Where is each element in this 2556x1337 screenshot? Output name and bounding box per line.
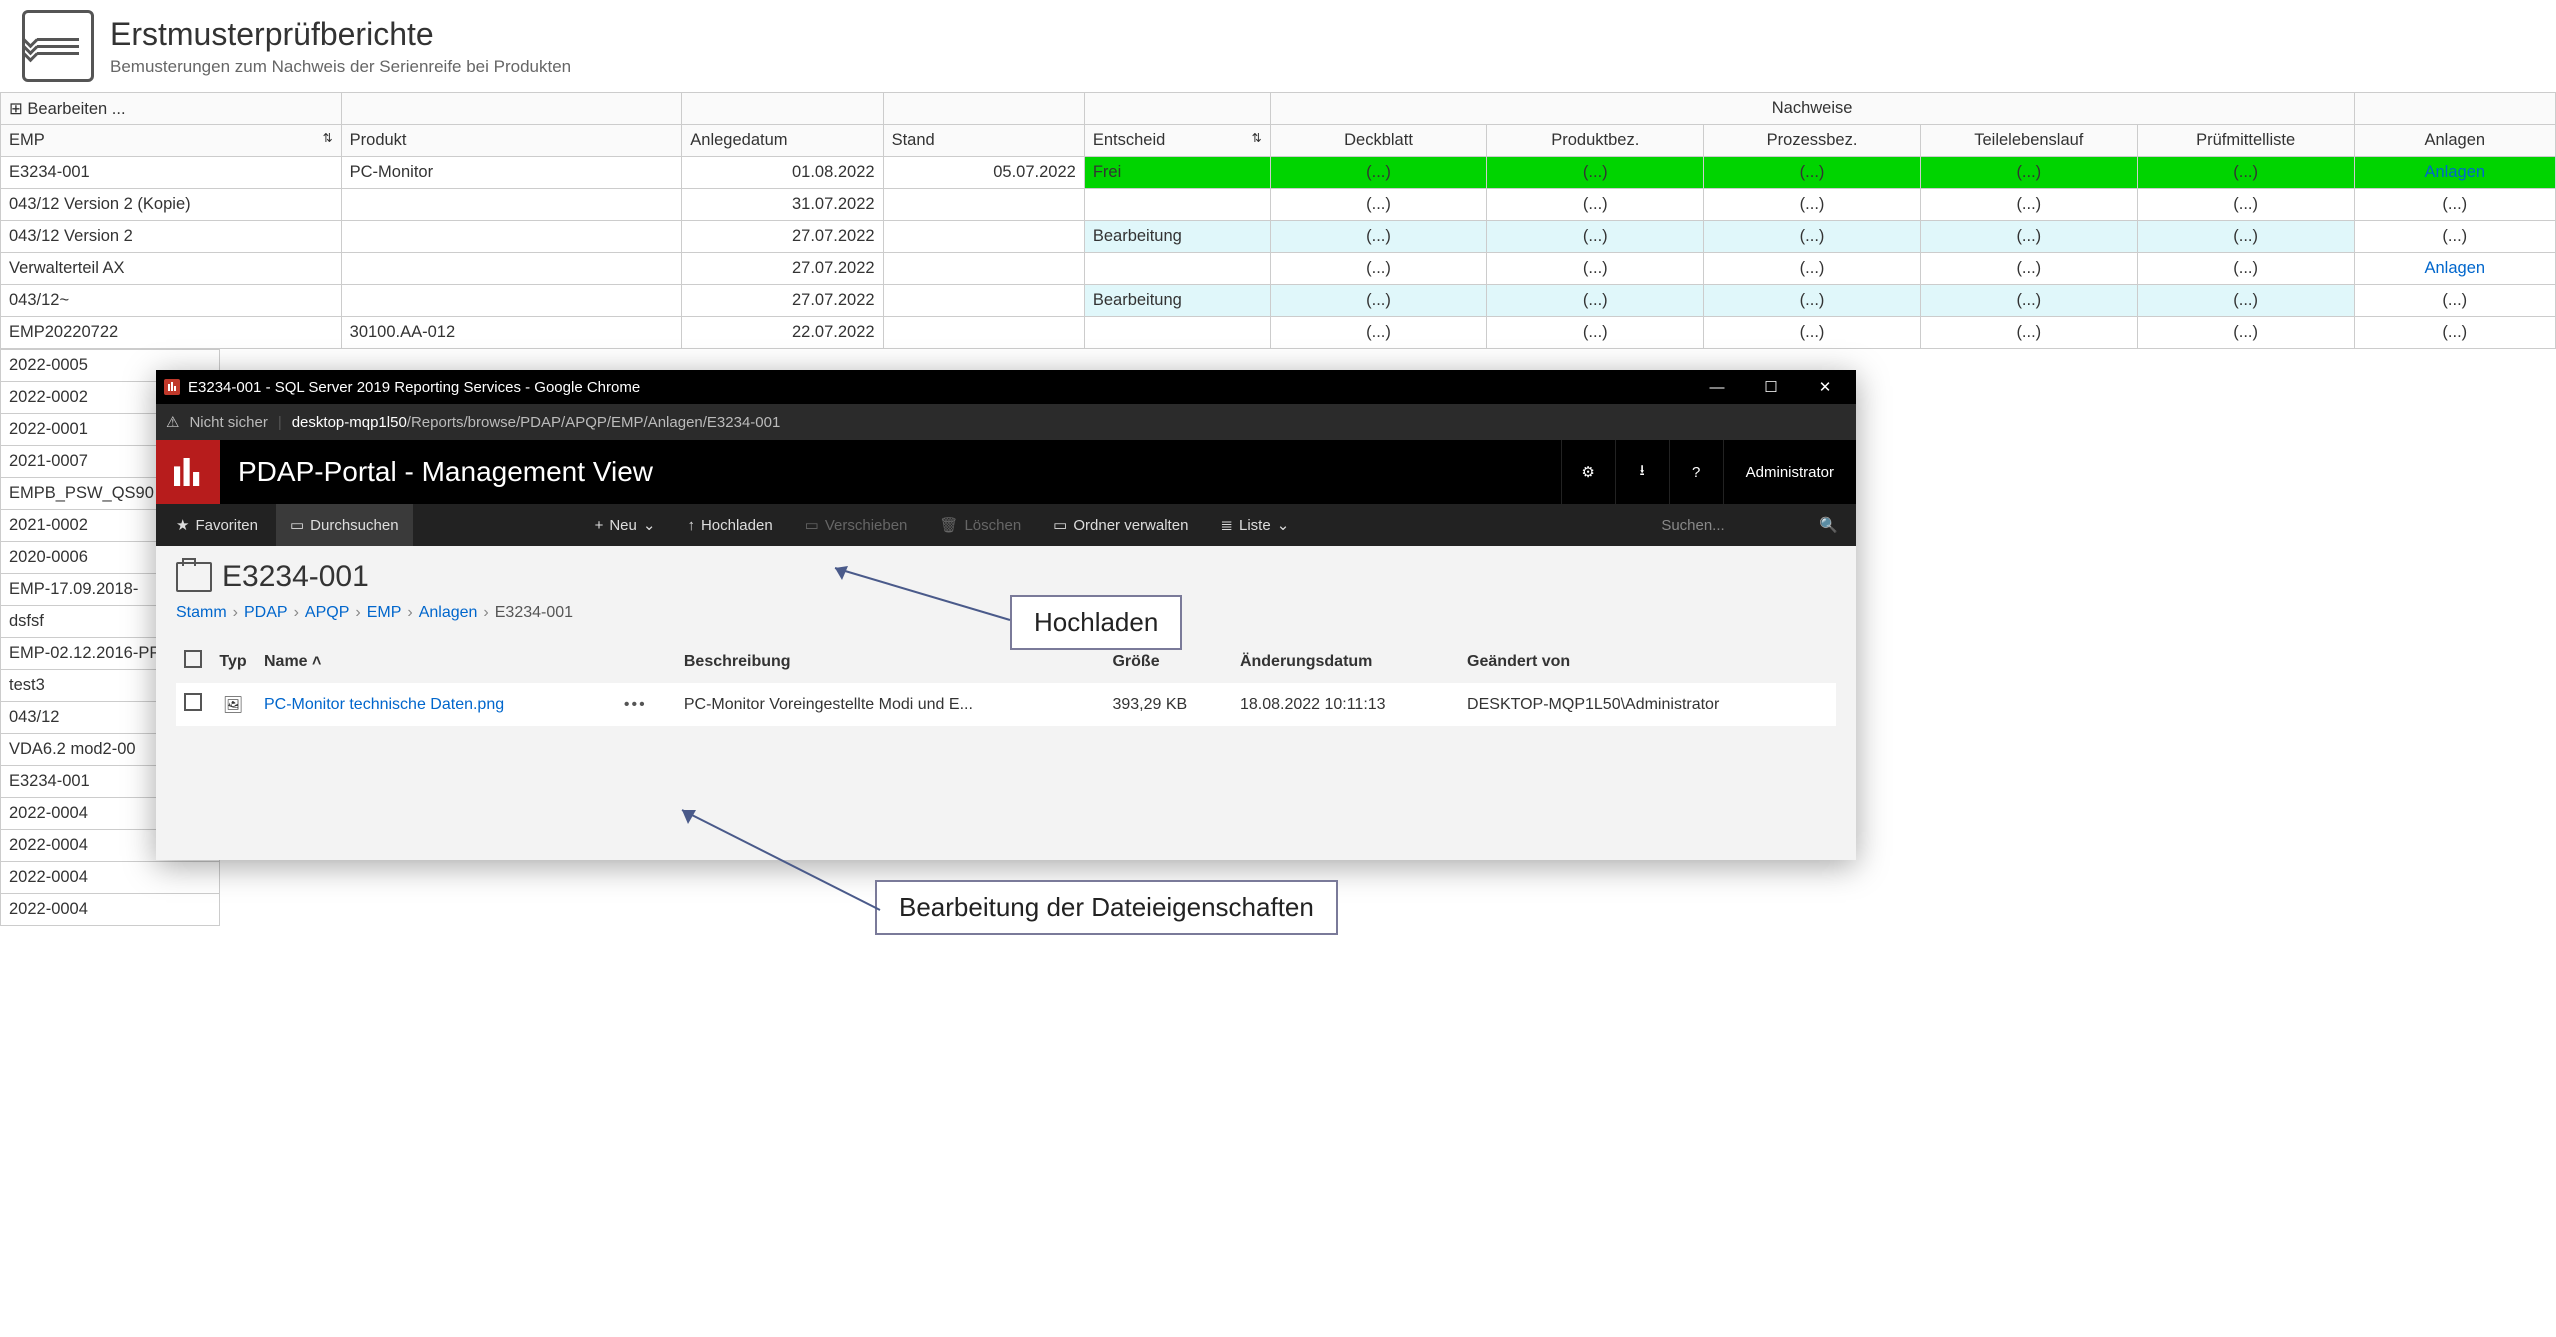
sort-icon: ⇅ <box>323 131 333 145</box>
chevron-down-icon: ⌄ <box>643 516 656 534</box>
portal-title: PDAP-Portal - Management View <box>220 456 1561 488</box>
file-name-link[interactable]: PC-Monitor technische Daten.png <box>264 696 504 713</box>
file-row[interactable]: 🖼 PC-Monitor technische Daten.png ••• PC-Mo… <box>176 683 1836 726</box>
view-list-button[interactable]: ≣Liste ⌄ <box>1206 504 1303 546</box>
maximize-button[interactable]: ☐ <box>1748 370 1794 404</box>
col-prozessbez[interactable]: Prozessbez. <box>1704 125 1921 157</box>
favorites-button[interactable]: ★Favoriten <box>162 504 272 546</box>
breadcrumb-link[interactable]: PDAP <box>244 604 288 621</box>
table-row[interactable]: 2022-0004 <box>1 862 220 894</box>
breadcrumb-link[interactable]: Stamm <box>176 604 227 621</box>
plus-icon: + <box>595 517 604 534</box>
table-row[interactable]: Verwalterteil AX27.07.2022(...)(...)(...… <box>1 253 2556 285</box>
window-titlebar[interactable]: E3234-001 - SQL Server 2019 Reporting Se… <box>156 370 1856 404</box>
move-icon: ▭ <box>805 516 819 534</box>
breadcrumb-link[interactable]: EMP <box>367 604 402 621</box>
col-anlegedatum[interactable]: Anlegedatum <box>682 125 883 157</box>
breadcrumb-link[interactable]: Anlagen <box>419 604 478 621</box>
move-button: ▭Verschieben <box>791 504 922 546</box>
table-row[interactable]: 2022-0004 <box>1 894 220 926</box>
col-pruefmittelliste[interactable]: Prüfmittelliste <box>2137 125 2354 157</box>
settings-button[interactable]: ⚙ <box>1561 440 1615 504</box>
col-typ[interactable]: Typ <box>210 640 256 683</box>
portal-logo[interactable] <box>156 440 220 504</box>
list-icon: ≣ <box>1220 516 1233 534</box>
col-produkt[interactable]: Produkt <box>341 125 682 157</box>
trash-icon: 🗑 <box>939 516 958 534</box>
insecure-icon: ⚠ <box>166 413 179 431</box>
anlagen-link[interactable]: Anlagen <box>2354 157 2555 189</box>
new-button[interactable]: +Neu ⌄ <box>581 504 670 546</box>
url-path: /Reports/browse/PDAP/APQP/EMP/Anlagen/E3… <box>407 414 781 431</box>
user-menu[interactable]: Administrator <box>1723 440 1856 504</box>
star-icon: ★ <box>176 516 189 534</box>
delete-button: 🗑Löschen <box>925 504 1035 546</box>
url-host: desktop-mqp1l50 <box>292 414 407 431</box>
arrow-hochladen <box>820 560 1020 630</box>
manage-folder-button[interactable]: ▭Ordner verwalten <box>1039 504 1202 546</box>
sort-asc-icon: ˄ <box>312 653 321 670</box>
col-stand[interactable]: Stand <box>883 125 1084 157</box>
page-header: Erstmusterprüfberichte Bemusterungen zum… <box>0 0 2556 92</box>
col-produktbez[interactable]: Produktbez. <box>1487 125 1704 157</box>
download-button[interactable]: ⭳ <box>1615 440 1669 504</box>
report-icon <box>22 10 94 82</box>
col-aenderung[interactable]: Änderungsdatum <box>1232 640 1459 683</box>
group-nachweise: Nachweise <box>1270 93 2354 125</box>
minimize-button[interactable]: ― <box>1694 370 1740 404</box>
table-row[interactable]: EMP2022072230100.AA-01222.07.2022(...)(.… <box>1 317 2556 349</box>
help-button[interactable]: ? <box>1669 440 1723 504</box>
col-deckblatt[interactable]: Deckblatt <box>1270 125 1487 157</box>
col-geaendert[interactable]: Geändert von <box>1459 640 1836 683</box>
annotation-hochladen: Hochladen <box>1010 595 1182 650</box>
close-button[interactable]: ✕ <box>1802 370 1848 404</box>
sort-icon: ⇅ <box>1252 131 1262 145</box>
page-subtitle: Bemusterungen zum Nachweis der Serienrei… <box>110 57 571 77</box>
file-type-icon: 🖼 <box>223 697 243 714</box>
table-row[interactable]: E3234-001PC-Monitor01.08.202205.07.2022F… <box>1 157 2556 189</box>
select-all-checkbox[interactable] <box>184 650 202 668</box>
ssrs-icon <box>164 379 180 395</box>
file-description: PC-Monitor Voreingestellte Modi und E... <box>676 683 1105 726</box>
chevron-down-icon: ⌄ <box>1277 516 1290 534</box>
search-input[interactable]: Suchen... <box>1661 517 1811 534</box>
upload-icon: ↑ <box>687 517 695 534</box>
window-title: E3234-001 - SQL Server 2019 Reporting Se… <box>188 379 640 396</box>
breadcrumb-link[interactable]: APQP <box>305 604 349 621</box>
breadcrumb-current: E3234-001 <box>495 604 573 621</box>
browse-icon: ▭ <box>290 516 304 534</box>
col-teilelebenslauf[interactable]: Teilelebenslauf <box>1920 125 2137 157</box>
insecure-label: Nicht sicher <box>189 414 267 431</box>
edit-button[interactable]: ⊞ Bearbeiten ... <box>1 93 342 125</box>
anlagen-link[interactable]: Anlagen <box>2354 253 2555 285</box>
col-anlagen[interactable]: Anlagen <box>2354 125 2555 157</box>
file-list: Typ Name ˄ Beschreibung Größe Änderungsd… <box>176 640 1836 726</box>
table-row[interactable]: 043/12~27.07.2022Bearbeitung(...)(...)(.… <box>1 285 2556 317</box>
report-grid: ⊞ Bearbeiten ... Nachweise EMP⇅ Produkt … <box>0 92 2556 349</box>
folder-icon <box>176 562 212 592</box>
more-menu-button[interactable]: ••• <box>624 696 647 713</box>
col-emp[interactable]: EMP⇅ <box>1 125 342 157</box>
file-modified-by: DESKTOP-MQP1L50\Administrator <box>1459 683 1836 726</box>
page-title: Erstmusterprüfberichte <box>110 16 571 53</box>
arrow-bearbeitung <box>670 800 900 920</box>
address-bar[interactable]: ⚠ Nicht sicher | desktop-mqp1l50/Reports… <box>156 404 1856 440</box>
file-size: 393,29 KB <box>1104 683 1231 726</box>
search-icon[interactable]: 🔍 <box>1819 516 1838 534</box>
upload-button[interactable]: ↑Hochladen <box>673 504 786 546</box>
table-row[interactable]: 043/12 Version 227.07.2022Bearbeitung(..… <box>1 221 2556 253</box>
row-checkbox[interactable] <box>184 693 202 711</box>
browse-button[interactable]: ▭Durchsuchen <box>276 504 413 546</box>
portal-toolbar: ★Favoriten ▭Durchsuchen +Neu ⌄ ↑Hochlade… <box>156 504 1856 546</box>
folder-title: E3234-001 <box>222 560 369 594</box>
col-name[interactable]: Name ˄ <box>256 640 616 683</box>
folder-icon: ▭ <box>1053 516 1067 534</box>
annotation-bearbeitung: Bearbeitung der Dateieigenschaften <box>875 880 1338 935</box>
col-entscheid[interactable]: Entscheid⇅ <box>1084 125 1270 157</box>
file-modified: 18.08.2022 10:11:13 <box>1232 683 1459 726</box>
portal-header: PDAP-Portal - Management View ⚙ ⭳ ? Admi… <box>156 440 1856 504</box>
table-row[interactable]: 043/12 Version 2 (Kopie)31.07.2022(...)(… <box>1 189 2556 221</box>
